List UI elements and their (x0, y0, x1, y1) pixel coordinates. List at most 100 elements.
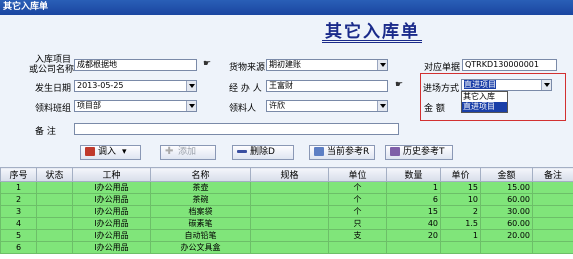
chevron-down-icon[interactable] (186, 81, 196, 91)
table-cell[interactable]: 档案袋 (150, 205, 251, 218)
table-cell[interactable]: 30.00 (480, 205, 533, 218)
column-header[interactable]: 规格 (250, 167, 329, 182)
column-header[interactable]: 工种 (72, 167, 151, 182)
table-cell[interactable] (250, 193, 329, 206)
table-row[interactable]: 1 I办公用品 茶壶个 1 15 15.00 (0, 181, 573, 194)
chevron-down-icon[interactable] (541, 80, 551, 90)
table-cell[interactable]: 个 (328, 181, 387, 194)
table-cell[interactable]: 1 (0, 181, 37, 194)
team-select[interactable]: 项目部 (74, 100, 197, 112)
table-cell[interactable] (440, 241, 481, 254)
import-button[interactable]: 调入 ▾ (80, 145, 141, 160)
mode-dropdown-list[interactable]: 其它入库 直进项目 (461, 91, 508, 113)
column-header[interactable]: 名称 (150, 167, 251, 182)
column-header[interactable]: 备注 (532, 167, 573, 182)
table-cell[interactable] (532, 229, 573, 242)
table-cell[interactable] (250, 217, 329, 230)
table-cell[interactable]: 只 (328, 217, 387, 230)
remark-field[interactable] (74, 123, 399, 135)
table-cell[interactable]: 碳素笔 (150, 217, 251, 230)
column-header[interactable]: 单价 (440, 167, 481, 182)
table-cell[interactable]: 60.00 (480, 193, 533, 206)
table-row[interactable]: 2 I办公用品 茶碗 个 6 10 60.00 (0, 193, 573, 206)
mode-option-direct[interactable]: 直进项目 (462, 102, 507, 112)
table-cell[interactable] (386, 241, 441, 254)
table-cell[interactable] (36, 181, 73, 194)
org-field[interactable]: 成都根据地 (74, 59, 197, 71)
table-cell[interactable] (250, 181, 329, 194)
current-reference-button[interactable]: 当前参考R (309, 145, 375, 160)
table-cell[interactable] (532, 181, 573, 194)
table-cell[interactable]: 6 (386, 193, 441, 206)
table-row[interactable]: 4 I办公用品 碳素笔 只 40 1.5 60.00 (0, 217, 573, 230)
pick-org-icon[interactable]: ☛ (203, 59, 211, 69)
chevron-down-icon[interactable] (186, 101, 196, 111)
table-cell[interactable] (328, 241, 387, 254)
table-cell[interactable] (250, 205, 329, 218)
table-cell[interactable]: 个 (328, 193, 387, 206)
pick-handler-icon[interactable]: ☛ (395, 80, 403, 90)
table-cell[interactable]: 4 (0, 217, 37, 230)
table-cell[interactable]: 1 (386, 181, 441, 194)
column-header[interactable]: 状态 (36, 167, 73, 182)
table-cell[interactable] (36, 229, 73, 242)
table-cell[interactable]: 3 (0, 205, 37, 218)
column-header[interactable]: 数量 (386, 167, 441, 182)
table-cell[interactable]: 自动铅笔 (150, 229, 251, 242)
table-cell[interactable]: 15 (386, 205, 441, 218)
add-button[interactable]: ✚ 添加 (160, 145, 216, 160)
table-cell[interactable]: 15 (440, 181, 481, 194)
delete-button[interactable]: 删除D (232, 145, 294, 160)
table-cell[interactable] (36, 205, 73, 218)
table-cell[interactable] (250, 241, 329, 254)
table-cell[interactable]: 茶壶 (150, 181, 251, 194)
table-cell[interactable]: 办公文具盒 (150, 241, 251, 254)
table-cell[interactable]: I办公用品 (72, 241, 151, 254)
table-cell[interactable]: 1 (440, 229, 481, 242)
table-cell[interactable]: I办公用品 (72, 193, 151, 206)
table-cell[interactable] (532, 217, 573, 230)
table-cell[interactable]: 1.5 (440, 217, 481, 230)
table-cell[interactable]: 20 (386, 229, 441, 242)
table-cell[interactable] (532, 205, 573, 218)
table-row[interactable]: 3 I办公用品 档案袋 个 15 2 30.00 (0, 205, 573, 218)
table-cell[interactable] (36, 193, 73, 206)
column-header[interactable]: 序号 (0, 167, 37, 182)
table-cell[interactable]: I办公用品 (72, 217, 151, 230)
table-row[interactable]: 6 I办公用品 办公文具盒 (0, 241, 573, 254)
table-cell[interactable] (532, 241, 573, 254)
date-picker[interactable]: 2013-05-25 (74, 80, 197, 92)
table-cell[interactable]: 10 (440, 193, 481, 206)
mode-select[interactable]: 直进项目 (461, 79, 552, 91)
table-cell[interactable]: 2 (440, 205, 481, 218)
table-cell[interactable]: 5 (0, 229, 37, 242)
table-cell[interactable]: 6 (0, 241, 37, 254)
table-cell[interactable]: 20.00 (480, 229, 533, 242)
table-cell[interactable]: 茶碗 (150, 193, 251, 206)
table-cell[interactable]: 40 (386, 217, 441, 230)
table-cell[interactable] (480, 241, 533, 254)
table-cell[interactable]: I办公用品 (72, 229, 151, 242)
table-cell[interactable]: 个 (328, 205, 387, 218)
chevron-down-icon[interactable]: ▾ (122, 147, 127, 157)
table-cell[interactable]: 支 (328, 229, 387, 242)
ref-field[interactable]: QTRKD130000001 (462, 59, 557, 71)
table-cell[interactable] (36, 217, 73, 230)
table-cell[interactable]: 15.00 (480, 181, 533, 194)
table-cell[interactable]: 60.00 (480, 217, 533, 230)
chevron-down-icon[interactable] (377, 101, 387, 111)
column-header[interactable]: 单位 (328, 167, 387, 182)
table-row[interactable]: 5 I办公用品 自动铅笔 支 20 1 20.00 (0, 229, 573, 242)
column-header[interactable]: 金额 (480, 167, 533, 182)
table-cell[interactable] (532, 193, 573, 206)
source-select[interactable]: 期初建账 (266, 59, 388, 71)
history-reference-button[interactable]: 历史参考T (385, 145, 453, 160)
table-cell[interactable] (36, 241, 73, 254)
table-cell[interactable]: I办公用品 (72, 205, 151, 218)
table-cell[interactable]: I办公用品 (72, 181, 151, 194)
table-cell[interactable] (250, 229, 329, 242)
receiver-select[interactable]: 许欣 (266, 100, 388, 112)
handler-field[interactable]: 王富财 (266, 80, 388, 92)
table-cell[interactable]: 2 (0, 193, 37, 206)
chevron-down-icon[interactable] (377, 60, 387, 70)
